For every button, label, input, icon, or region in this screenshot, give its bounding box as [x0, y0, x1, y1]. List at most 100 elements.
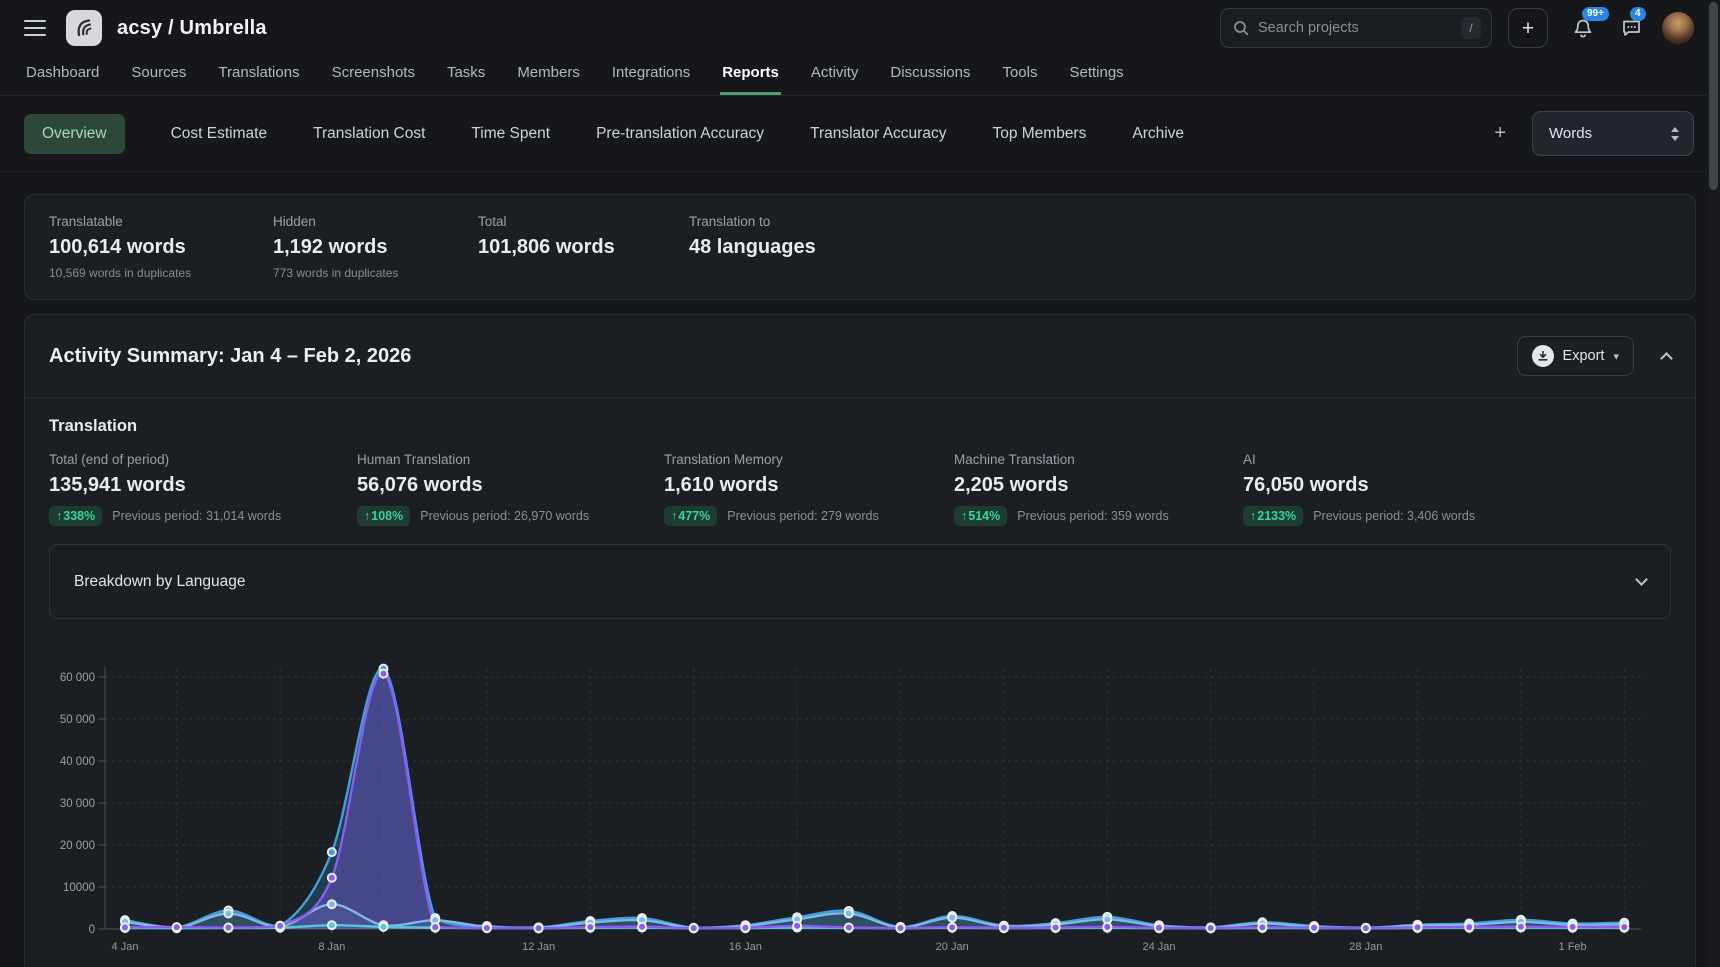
activity-summary-card: Activity Summary: Jan 4 – Feb 2, 2026 Ex… [24, 314, 1696, 967]
delta-badge: ↑338% [49, 506, 102, 526]
svg-text:28 Jan: 28 Jan [1349, 941, 1382, 953]
export-button[interactable]: Export ▾ [1517, 336, 1634, 376]
svg-text:10000: 10000 [63, 882, 95, 894]
subtab-translator-accuracy[interactable]: Translator Accuracy [810, 125, 946, 143]
subtab-overview[interactable]: Overview [24, 114, 125, 154]
nav-tab-members[interactable]: Members [515, 56, 582, 95]
main-nav: Dashboard Sources Translations Screensho… [0, 56, 1720, 96]
top-bar: acsy / Umbrella / + 99+ 4 [0, 0, 1720, 56]
arrow-up-icon: ↑ [56, 509, 62, 523]
export-download-icon [1532, 345, 1554, 367]
notifications-button[interactable]: 99+ [1570, 15, 1596, 41]
nav-tab-settings[interactable]: Settings [1067, 56, 1125, 95]
stat-label: Total [478, 214, 689, 229]
stat-value: 48 languages [689, 236, 816, 259]
svg-text:24 Jan: 24 Jan [1142, 941, 1175, 953]
previous-period-text: Previous period: 359 words [1017, 509, 1168, 523]
collapse-section-button[interactable] [1660, 352, 1673, 365]
previous-period-text: Previous period: 3,406 words [1313, 509, 1475, 523]
svg-text:20 000: 20 000 [60, 840, 95, 852]
chat-icon [1621, 18, 1642, 38]
stat-hidden: Hidden 1,192 words 773 words in duplicat… [273, 214, 478, 280]
subtab-archive[interactable]: Archive [1132, 125, 1184, 143]
stat-sub: 773 words in duplicates [273, 266, 478, 280]
arrow-up-icon: ↑ [1250, 509, 1256, 523]
svg-text:20 Jan: 20 Jan [936, 941, 969, 953]
stat-sub: 10,569 words in duplicates [49, 266, 273, 280]
export-label: Export [1563, 348, 1605, 364]
app-logo[interactable] [66, 10, 102, 46]
breakdown-label: Breakdown by Language [74, 573, 246, 591]
previous-period-text: Previous period: 279 words [727, 509, 878, 523]
page-scrollbar [1707, 0, 1720, 967]
delta-badge: ↑2133% [1243, 506, 1303, 526]
activity-chart-svg: 01000020 00030 00040 00050 00060 0004 Ja… [49, 659, 1649, 959]
logo-bird-icon [73, 17, 95, 39]
scrollbar-thumb[interactable] [1709, 2, 1718, 190]
nav-tab-integrations[interactable]: Integrations [610, 56, 692, 95]
subtab-top-members[interactable]: Top Members [992, 125, 1086, 143]
nav-tab-sources[interactable]: Sources [129, 56, 188, 95]
nav-tab-screenshots[interactable]: Screenshots [330, 56, 417, 95]
create-project-button[interactable]: + [1508, 8, 1548, 48]
search-input[interactable] [1258, 20, 1452, 36]
stat-translatable: Translatable 100,614 words 10,569 words … [49, 214, 273, 280]
unit-select-value: Words [1549, 125, 1592, 142]
svg-text:4 Jan: 4 Jan [112, 941, 139, 953]
metric-machine-translation: Machine Translation 2,205 words ↑514% Pr… [954, 452, 1243, 526]
delta-badge: ↑477% [664, 506, 717, 526]
metric-total: Total (end of period) 135,941 words ↑338… [49, 452, 357, 526]
messages-button[interactable]: 4 [1618, 15, 1644, 41]
subtab-time-spent[interactable]: Time Spent [471, 125, 550, 143]
svg-text:30 000: 30 000 [60, 798, 95, 810]
stat-value: 1,192 words [273, 236, 478, 259]
previous-period-text: Previous period: 31,014 words [112, 509, 281, 523]
svg-text:50 000: 50 000 [60, 714, 95, 726]
nav-tab-tasks[interactable]: Tasks [445, 56, 487, 95]
subtab-translation-cost[interactable]: Translation Cost [313, 125, 425, 143]
stat-label: Translatable [49, 214, 273, 229]
unit-select[interactable]: Words [1532, 111, 1694, 156]
reports-page: acsy / Umbrella / + 99+ 4 [0, 0, 1720, 967]
activity-header: Activity Summary: Jan 4 – Feb 2, 2026 Ex… [25, 315, 1695, 397]
messages-badge: 4 [1630, 7, 1646, 21]
delta-badge: ↑514% [954, 506, 1007, 526]
arrow-up-icon: ↑ [364, 509, 370, 523]
nav-tab-discussions[interactable]: Discussions [888, 56, 972, 95]
nav-tab-tools[interactable]: Tools [1000, 56, 1039, 95]
metric-translation-memory: Translation Memory 1,610 words ↑477% Pre… [664, 452, 954, 526]
user-avatar[interactable] [1662, 12, 1694, 44]
add-report-button[interactable]: + [1494, 122, 1506, 145]
breakdown-by-language-toggle[interactable]: Breakdown by Language [49, 544, 1671, 619]
nav-tab-dashboard[interactable]: Dashboard [24, 56, 101, 95]
stat-total: Total 101,806 words [478, 214, 689, 280]
nav-tab-activity[interactable]: Activity [809, 56, 861, 95]
svg-text:0: 0 [89, 924, 95, 936]
stat-value: 100,614 words [49, 236, 273, 259]
word-stats-card: Translatable 100,614 words 10,569 words … [24, 194, 1696, 300]
subtab-cost-estimate[interactable]: Cost Estimate [171, 125, 267, 143]
stat-value: 101,806 words [478, 236, 689, 259]
select-stepper-icon [1671, 127, 1679, 141]
search-box[interactable]: / [1220, 8, 1492, 48]
chevron-down-icon [1635, 573, 1648, 586]
search-shortcut-hint: / [1461, 17, 1481, 39]
stat-label: Translation to [689, 214, 816, 229]
activity-title: Activity Summary: Jan 4 – Feb 2, 2026 [49, 345, 411, 368]
svg-text:1 Feb: 1 Feb [1559, 941, 1587, 953]
activity-chart: 01000020 00030 00040 00050 00060 0004 Ja… [25, 659, 1695, 964]
stat-label: Hidden [273, 214, 478, 229]
arrow-up-icon: ↑ [671, 509, 677, 523]
metric-ai: AI 76,050 words ↑2133% Previous period: … [1243, 452, 1475, 526]
svg-text:12 Jan: 12 Jan [522, 941, 555, 953]
svg-text:8 Jan: 8 Jan [318, 941, 345, 953]
translation-section-title: Translation [49, 417, 1671, 436]
arrow-up-icon: ↑ [961, 509, 967, 523]
nav-tab-translations[interactable]: Translations [216, 56, 301, 95]
svg-text:16 Jan: 16 Jan [729, 941, 762, 953]
notifications-badge: 99+ [1582, 7, 1609, 21]
subtab-pretranslation-accuracy[interactable]: Pre-translation Accuracy [596, 125, 764, 143]
project-title: acsy / Umbrella [117, 17, 267, 40]
nav-tab-reports[interactable]: Reports [720, 56, 781, 95]
hamburger-menu-button[interactable] [24, 20, 46, 36]
